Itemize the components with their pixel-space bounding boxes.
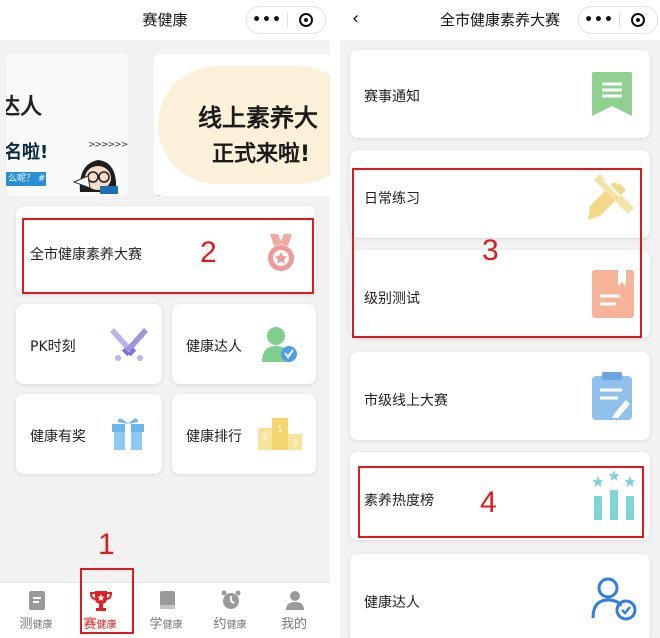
cartoon-character-icon: [72, 160, 118, 194]
grid-card-health-master[interactable]: 健康达人: [172, 304, 316, 384]
banner-slide-1[interactable]: 达人 >>>>>> 名啦! 么呢？ #: [6, 54, 128, 196]
svg-text:3: 3: [292, 439, 298, 449]
carousel-dots: [156, 186, 174, 196]
mini-program-capsule: •••: [246, 6, 326, 34]
annotation-label-1: 1: [98, 528, 115, 561]
tab-bar: 测健康 赛健康 学健康 约健康 我的: [0, 582, 330, 638]
annotation-label-2: 2: [200, 236, 217, 269]
card-event-notice[interactable]: 赛事通知: [350, 50, 650, 138]
target-icon[interactable]: [299, 13, 313, 27]
banner-slide-2[interactable]: 线上素养大 正式来啦!: [154, 54, 330, 196]
nav-bar: ‹ 全市健康素养大赛 •••: [340, 0, 660, 40]
annotation-label-3: 3: [482, 234, 499, 267]
nav-bar: 赛健康 •••: [0, 0, 330, 40]
crossed-swords-icon: [110, 328, 148, 361]
alarm-clock-icon: [221, 590, 241, 609]
annotation-label-4: 4: [480, 486, 497, 519]
grid-card-rewards[interactable]: 健康有奖: [16, 394, 162, 474]
mini-program-capsule: •••: [578, 6, 658, 34]
more-button[interactable]: •••: [579, 7, 619, 33]
banner-strip: 么呢？ #: [6, 172, 46, 186]
user-check-outline-icon: [591, 577, 637, 621]
person-icon: [286, 591, 304, 610]
card-label: 赛事通知: [364, 89, 420, 105]
card-label: 市级线上大赛: [364, 393, 448, 409]
grid-card-label: PK时刻: [30, 339, 76, 355]
card-label: 健康达人: [364, 595, 420, 611]
grid-card-pk[interactable]: PK时刻: [16, 304, 162, 384]
gift-icon: [112, 418, 144, 450]
banner-text-big: 达人: [6, 95, 43, 120]
grid-card-ranking[interactable]: 健康排行 1 2 3: [172, 394, 316, 474]
left-screen: 赛健康 ••• 达人 >>>>>> 名啦! 么呢？ # 线上素养大 正式来啦! …: [0, 0, 330, 638]
annotation-box-2: [22, 218, 314, 294]
user-check-icon: [262, 327, 297, 362]
grid-card-label: 健康排行: [186, 429, 242, 445]
card-health-master[interactable]: 健康达人: [350, 554, 650, 638]
annotation-box-1: [80, 568, 134, 634]
tab-test-health[interactable]: 测健康: [6, 583, 66, 638]
tab-learn-health[interactable]: 学健康: [136, 583, 196, 638]
target-icon[interactable]: [631, 13, 645, 27]
banner-text-row: 名啦!: [6, 142, 49, 163]
grid-card-label: 健康有奖: [30, 429, 86, 445]
book-icon: [160, 591, 175, 609]
tab-mine[interactable]: 我的: [264, 583, 324, 638]
grid-card-label: 健康达人: [186, 339, 242, 355]
svg-text:1: 1: [277, 425, 283, 435]
svg-text:2: 2: [262, 433, 268, 443]
banner-chevrons: >>>>>>: [88, 140, 128, 150]
more-button[interactable]: •••: [247, 7, 287, 33]
banner-headline: 线上素养大: [198, 104, 318, 132]
tab-appointment-health[interactable]: 约健康: [200, 583, 260, 638]
annotation-box-4: [358, 466, 644, 538]
bookmark-list-icon: [592, 72, 632, 116]
clipboard-pen-icon: [592, 372, 632, 420]
banner-subline: 正式来啦!: [212, 142, 311, 167]
podium-icon: 1 2 3: [258, 418, 302, 450]
clipboard-icon: [29, 591, 45, 610]
card-city-online-contest[interactable]: 市级线上大赛: [350, 352, 650, 440]
